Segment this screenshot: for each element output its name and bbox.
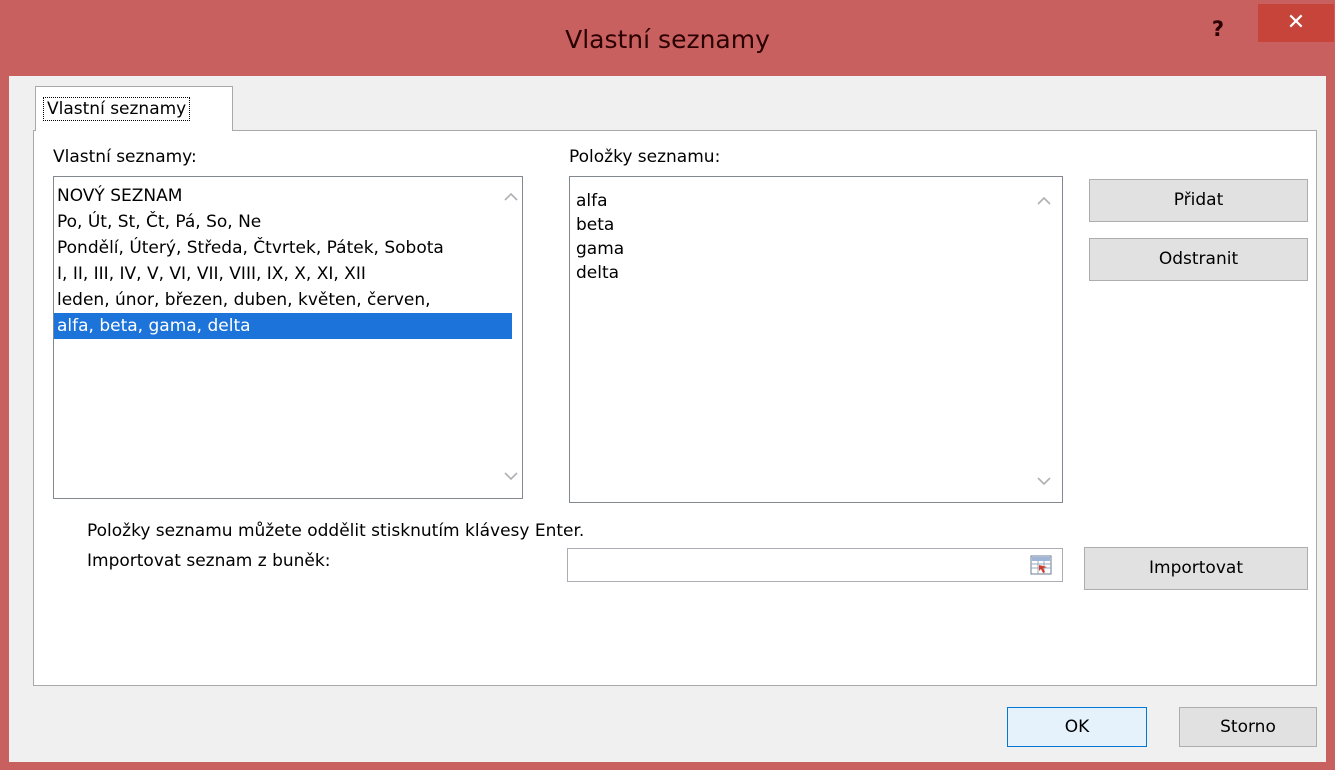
custom-list-item[interactable]: I, II, III, IV, V, VI, VII, VIII, IX, X,… — [54, 261, 512, 287]
list-entries-items: alfa beta gama delta — [576, 189, 624, 285]
hint-text: Položky seznamu můžete oddělit stisknutí… — [87, 521, 585, 541]
custom-list-item[interactable]: leden, únor, březen, duben, květen, červ… — [54, 287, 512, 313]
cancel-button[interactable]: Storno — [1179, 707, 1317, 747]
remove-button[interactable]: Odstranit — [1089, 238, 1308, 281]
help-icon[interactable]: ? — [1196, 12, 1240, 48]
tab-page: Vlastní seznamy: NOVÝ SEZNAM Po, Út, St, … — [33, 130, 1317, 686]
chevron-up-icon[interactable] — [500, 187, 522, 207]
close-icon[interactable]: ✕ — [1258, 4, 1334, 42]
custom-lists-listbox[interactable]: NOVÝ SEZNAM Po, Út, St, Čt, Pá, So, Ne Pon… — [53, 176, 523, 499]
custom-lists-label: Vlastní seznamy: — [53, 147, 197, 167]
list-entry-line: gama — [576, 239, 625, 259]
title-bar[interactable]: Vlastní seznamy ? ✕ — [0, 0, 1335, 76]
dialog-body: Vlastní seznamy Vlastní seznamy: NOVÝ SE… — [9, 76, 1326, 762]
dialog-title: Vlastní seznamy — [565, 25, 770, 54]
import-button[interactable]: Importovat — [1084, 547, 1308, 590]
chevron-down-icon[interactable] — [500, 466, 522, 486]
list-entries-textbox[interactable]: alfa beta gama delta — [569, 176, 1063, 503]
chevron-down-icon[interactable] — [1033, 471, 1055, 491]
import-label: Importovat seznam z buněk: — [87, 551, 331, 571]
list-entry-line: beta — [576, 215, 615, 235]
add-button[interactable]: Přidat — [1089, 179, 1308, 222]
list-entry-line: delta — [576, 263, 620, 283]
chevron-up-icon[interactable] — [1033, 191, 1055, 211]
import-range-input[interactable] — [567, 548, 1063, 582]
custom-lists-dialog: Vlastní seznamy ? ✕ Vlastní seznamy Vlas… — [0, 0, 1335, 770]
range-select-icon[interactable] — [1030, 555, 1052, 575]
list-entries-label: Položky seznamu: — [569, 147, 721, 167]
custom-list-item[interactable]: Pondělí, Úterý, Středa, Čtvrtek, Pátek, … — [54, 235, 512, 261]
custom-list-item[interactable]: alfa, beta, gama, delta — [54, 313, 512, 339]
tab-custom-lists[interactable]: Vlastní seznamy — [35, 86, 233, 131]
tab-label: Vlastní seznamy — [43, 97, 191, 121]
ok-button[interactable]: OK — [1007, 707, 1147, 747]
custom-list-item[interactable]: Po, Út, St, Čt, Pá, So, Ne — [54, 209, 512, 235]
custom-lists-items: NOVÝ SEZNAM Po, Út, St, Čt, Pá, So, Ne Pon… — [54, 183, 512, 339]
custom-list-item[interactable]: NOVÝ SEZNAM — [54, 183, 512, 209]
list-entry-line: alfa — [576, 191, 608, 211]
